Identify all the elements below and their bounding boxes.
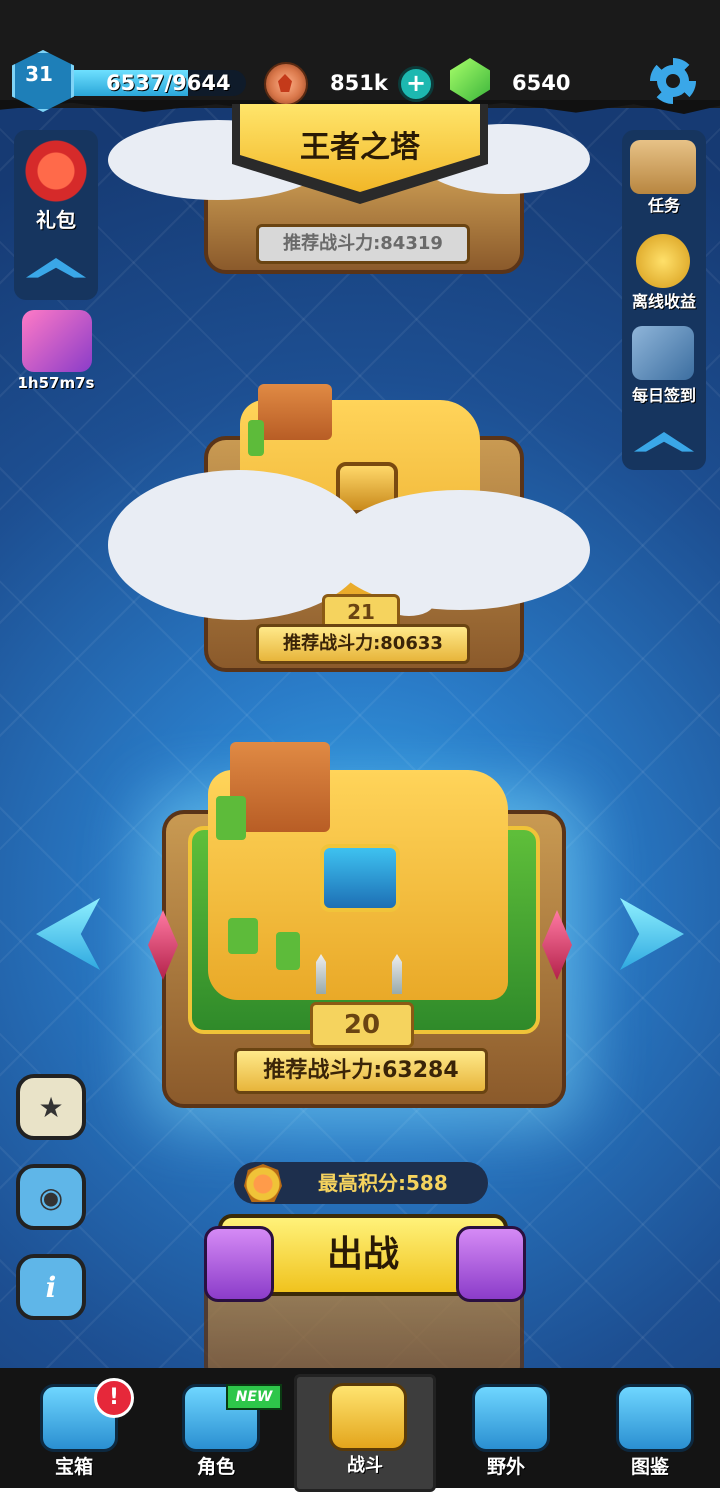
castle-icon [472, 1384, 550, 1452]
cactus [216, 796, 246, 840]
medal-button[interactable]: ★ [16, 1074, 86, 1140]
settings-gear-icon[interactable] [650, 58, 696, 104]
nav-battle[interactable]: 战斗 [294, 1374, 436, 1492]
nav-battle-label: 战斗 [347, 1455, 383, 1476]
gem-count: 6540 [512, 71, 571, 95]
rock [258, 384, 332, 440]
player-level: 31 [25, 62, 53, 86]
coin-icon [264, 62, 308, 106]
task-label: 任务 [647, 196, 680, 215]
eye-icon: ◉ [38, 1180, 64, 1214]
nav-codex-label: 图鉴 [630, 1456, 669, 1478]
medal-icon: ★ [38, 1090, 64, 1124]
alert-badge: ! [94, 1378, 134, 1418]
view-button[interactable]: ◉ [16, 1164, 86, 1230]
cactus [276, 932, 300, 970]
info-icon: i [45, 1270, 57, 1304]
quest-map-icon[interactable] [630, 140, 696, 194]
nav-codex[interactable]: 图鉴 [590, 1378, 710, 1486]
cactus [228, 918, 258, 954]
treasure-chest-icon [320, 844, 400, 912]
daily-signin-label: 每日签到 [631, 386, 696, 405]
stage-current-power: 推荐战斗力:63284 [234, 1048, 488, 1094]
fight-button-right-ornament-icon [456, 1226, 526, 1302]
sword-icon [316, 954, 326, 994]
crossed-swords-icon [329, 1383, 407, 1451]
cloud [530, 512, 554, 526]
gift-timer: 1h57m7s [17, 374, 95, 392]
page-title: 王者之塔 [300, 130, 420, 165]
fight-button-left-ornament-icon [204, 1226, 274, 1302]
stage-current-level: 20 [310, 1002, 414, 1048]
nav-chest-label: 宝箱 [54, 1456, 93, 1478]
cloud [118, 510, 148, 530]
stage-top-power: 推荐战斗力:84319 [256, 224, 470, 264]
coin-count: 851k [330, 71, 388, 95]
new-badge: NEW [226, 1384, 282, 1410]
daily-checkin-icon[interactable] [632, 326, 694, 380]
offline-coin-icon[interactable] [636, 234, 690, 288]
timed-gift-icon[interactable] [22, 310, 92, 372]
nav-character-label: 角色 [196, 1456, 235, 1478]
cactus [248, 420, 264, 456]
xp-text: 6537/9644 [106, 71, 231, 95]
book-icon [616, 1384, 694, 1452]
cloud [330, 490, 590, 610]
sword-icon [392, 954, 402, 994]
gift-label: 礼包 [36, 208, 76, 232]
info-button[interactable]: i [16, 1254, 86, 1320]
best-score: 最高积分:588 [318, 1171, 448, 1195]
nav-field[interactable]: 野外 [446, 1378, 566, 1486]
add-currency-button[interactable]: + [398, 66, 434, 102]
stage-middle-power: 推荐战斗力:80633 [256, 624, 470, 664]
nav-field-label: 野外 [486, 1456, 525, 1478]
offline-income-label: 离线收益 [631, 292, 696, 311]
gift-box-icon[interactable] [20, 140, 92, 202]
